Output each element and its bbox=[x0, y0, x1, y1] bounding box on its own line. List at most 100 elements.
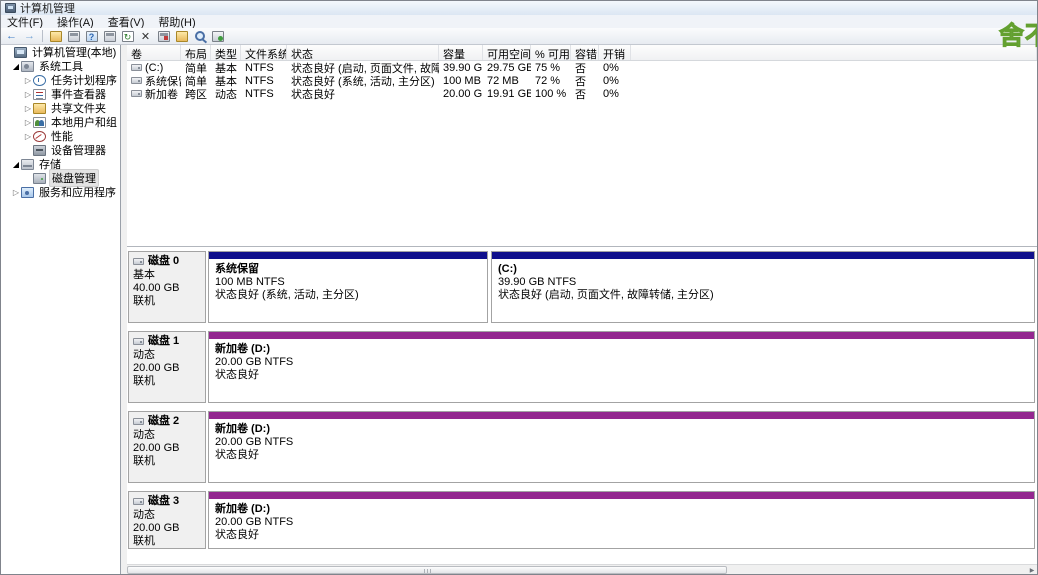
expand-icon[interactable]: ▷ bbox=[11, 188, 21, 197]
disk-graphical-view: 磁盘 0 基本 40.00 GB 联机 系统保留 100 MB NTFS 状态良… bbox=[127, 247, 1037, 564]
expand-icon[interactable]: ▷ bbox=[23, 104, 33, 113]
column-header-status[interactable]: 状态 bbox=[287, 45, 439, 60]
horizontal-scrollbar[interactable]: ▶ bbox=[127, 564, 1037, 574]
computer-management-window: 计算机管理 文件(F) 操作(A) 查看(V) 帮助(H) ← → ? ↻ ✕ … bbox=[0, 0, 1038, 575]
tree-item-disk-management[interactable]: 磁盘管理 bbox=[1, 171, 120, 185]
column-header-filesystem[interactable]: 文件系统 bbox=[241, 45, 287, 60]
disk-2-block: 磁盘 2 动态 20.00 GB 联机 新加卷 (D:) 20.00 GB NT… bbox=[128, 411, 1035, 483]
partition-c[interactable]: (C:) 39.90 GB NTFS 状态良好 (启动, 页面文件, 故障转储,… bbox=[491, 251, 1035, 323]
column-header-fault-tolerance[interactable]: 容错 bbox=[571, 45, 599, 60]
volume-icon bbox=[131, 64, 142, 71]
disk-status: 联机 bbox=[133, 455, 201, 468]
app-icon bbox=[5, 3, 16, 13]
disk-status: 联机 bbox=[133, 375, 201, 388]
column-header-overhead[interactable]: 开销 bbox=[599, 45, 631, 60]
disk-size: 20.00 GB bbox=[133, 442, 201, 455]
properties-icon[interactable] bbox=[156, 29, 171, 43]
disk-2-header[interactable]: 磁盘 2 动态 20.00 GB 联机 bbox=[128, 411, 206, 483]
column-header-percent-free[interactable]: % 可用 bbox=[531, 45, 571, 60]
refresh-icon[interactable]: ↻ bbox=[120, 29, 135, 43]
disk-size: 20.00 GB bbox=[133, 522, 201, 535]
scrollbar-thumb[interactable] bbox=[127, 566, 727, 574]
device-manager-icon bbox=[33, 145, 46, 156]
partition-new-volume-d[interactable]: 新加卷 (D:) 20.00 GB NTFS 状态良好 bbox=[208, 491, 1035, 549]
column-header-filler bbox=[631, 45, 1037, 60]
partition-color-stripe bbox=[209, 412, 1034, 420]
expand-icon[interactable]: ▷ bbox=[23, 90, 33, 99]
local-users-icon bbox=[33, 117, 46, 128]
expand-icon[interactable]: ▷ bbox=[23, 76, 33, 85]
disk-kind: 动态 bbox=[133, 509, 201, 522]
update-icon[interactable] bbox=[210, 29, 225, 43]
column-header-layout[interactable]: 布局 bbox=[181, 45, 211, 60]
column-header-capacity[interactable]: 容量 bbox=[439, 45, 483, 60]
menu-bar: 文件(F) 操作(A) 查看(V) 帮助(H) bbox=[1, 15, 1037, 28]
expand-icon[interactable]: ▷ bbox=[23, 118, 33, 127]
disk-size: 40.00 GB bbox=[133, 282, 201, 295]
volume-list: 卷 布局 类型 文件系统 状态 容量 可用空间 % 可用 容错 开销 (C:) … bbox=[127, 45, 1037, 247]
open-folder-icon[interactable] bbox=[174, 29, 189, 43]
volume-icon bbox=[131, 90, 142, 97]
disk-kind: 动态 bbox=[133, 349, 201, 362]
console-window-2-icon[interactable] bbox=[102, 29, 117, 43]
disk-management-pane: 卷 布局 类型 文件系统 状态 容量 可用空间 % 可用 容错 开销 (C:) … bbox=[127, 45, 1037, 574]
task-scheduler-icon bbox=[33, 75, 46, 86]
shared-folders-icon bbox=[33, 103, 46, 114]
column-header-free-space[interactable]: 可用空间 bbox=[483, 45, 531, 60]
toolbar: ← → ? ↻ ✕ bbox=[1, 28, 1037, 45]
partition-new-volume-d[interactable]: 新加卷 (D:) 20.00 GB NTFS 状态良好 bbox=[208, 331, 1035, 403]
disk-icon bbox=[133, 338, 144, 345]
console-window-icon[interactable] bbox=[66, 29, 81, 43]
up-folder-icon[interactable] bbox=[48, 29, 63, 43]
system-tools-icon bbox=[21, 61, 34, 72]
tree-item-shared-folders[interactable]: ▷ 共享文件夹 bbox=[1, 101, 120, 115]
tree-item-event-viewer[interactable]: ▷ 事件查看器 bbox=[1, 87, 120, 101]
tree-item-performance[interactable]: ▷ 性能 bbox=[1, 129, 120, 143]
back-icon[interactable]: ← bbox=[4, 29, 19, 43]
storage-icon bbox=[21, 159, 34, 170]
performance-icon bbox=[33, 131, 46, 142]
forward-icon[interactable]: → bbox=[22, 29, 37, 43]
console-tree: 计算机管理(本地) ◢ 系统工具 ▷ 任务计划程序 ▷ 事件查看器 ▷ 共享文件… bbox=[1, 45, 121, 574]
find-icon[interactable] bbox=[192, 29, 207, 43]
help-icon[interactable]: ? bbox=[84, 29, 99, 43]
collapse-icon[interactable]: ◢ bbox=[11, 160, 21, 169]
title-bar[interactable]: 计算机管理 bbox=[1, 1, 1037, 15]
computer-icon bbox=[14, 47, 27, 58]
collapse-icon[interactable]: ◢ bbox=[11, 62, 21, 71]
volume-icon bbox=[131, 77, 142, 84]
disk-kind: 动态 bbox=[133, 429, 201, 442]
disk-icon bbox=[133, 258, 144, 265]
tree-item-device-manager[interactable]: 设备管理器 bbox=[1, 143, 120, 157]
tree-item-task-scheduler[interactable]: ▷ 任务计划程序 bbox=[1, 73, 120, 87]
volume-row-new-volume[interactable]: 新加卷 ... 跨区 动态 NTFS 状态良好 20.00 GB 19.91 G… bbox=[127, 87, 1037, 100]
event-viewer-icon bbox=[33, 89, 46, 100]
disk-0-header[interactable]: 磁盘 0 基本 40.00 GB 联机 bbox=[128, 251, 206, 323]
delete-icon[interactable]: ✕ bbox=[138, 29, 153, 43]
disk-3-block: 磁盘 3 动态 20.00 GB 联机 新加卷 (D:) 20.00 GB NT… bbox=[128, 491, 1035, 549]
scrollbar-grip bbox=[424, 569, 432, 573]
column-header-type[interactable]: 类型 bbox=[211, 45, 241, 60]
disk-icon bbox=[133, 418, 144, 425]
expand-icon[interactable]: ▷ bbox=[23, 132, 33, 141]
services-icon bbox=[21, 187, 34, 198]
tree-item-local-users[interactable]: ▷ 本地用户和组 bbox=[1, 115, 120, 129]
disk-1-block: 磁盘 1 动态 20.00 GB 联机 新加卷 (D:) 20.00 GB NT… bbox=[128, 331, 1035, 403]
partition-color-stripe bbox=[209, 252, 487, 260]
partition-color-stripe bbox=[492, 252, 1034, 260]
tree-item-services-applications[interactable]: ▷ 服务和应用程序 bbox=[1, 185, 120, 199]
disk-status: 联机 bbox=[133, 535, 201, 548]
toolbar-separator bbox=[42, 30, 43, 42]
disk-management-icon bbox=[33, 173, 46, 184]
column-header-volume[interactable]: 卷 bbox=[127, 45, 181, 60]
partition-new-volume-d[interactable]: 新加卷 (D:) 20.00 GB NTFS 状态良好 bbox=[208, 411, 1035, 483]
partition-system-reserved[interactable]: 系统保留 100 MB NTFS 状态良好 (系统, 活动, 主分区) bbox=[208, 251, 488, 323]
disk-icon bbox=[133, 498, 144, 505]
disk-3-header[interactable]: 磁盘 3 动态 20.00 GB 联机 bbox=[128, 491, 206, 549]
partition-color-stripe bbox=[209, 492, 1034, 500]
disk-kind: 基本 bbox=[133, 269, 201, 282]
disk-1-header[interactable]: 磁盘 1 动态 20.00 GB 联机 bbox=[128, 331, 206, 403]
tree-item-computer-management[interactable]: 计算机管理(本地) bbox=[1, 45, 120, 59]
tree-item-system-tools[interactable]: ◢ 系统工具 bbox=[1, 59, 120, 73]
scroll-right-arrow[interactable]: ▶ bbox=[1027, 565, 1037, 575]
